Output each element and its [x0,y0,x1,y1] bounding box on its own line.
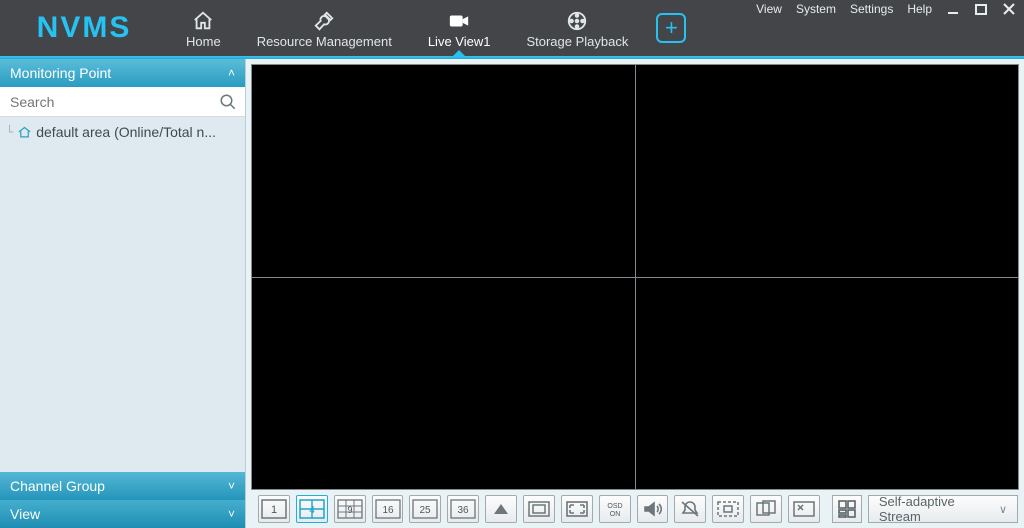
record-icon [753,499,779,519]
layout-36[interactable]: 36 [447,495,479,523]
original-size-icon [526,499,552,519]
video-cell-2[interactable] [636,65,1019,277]
osd-toggle[interactable]: OSDON [599,495,631,523]
layout-1[interactable]: 1 [258,495,290,523]
tools-icon [313,10,335,32]
triangle-up-icon [488,499,514,519]
system-menu: View System Settings Help [756,2,1016,16]
speaker-icon [640,499,666,519]
panel-monitoring-point[interactable]: Monitoring Point ˄ [0,59,245,87]
nav-home[interactable]: Home [168,0,239,56]
body: Monitoring Point ˄ └ default area (Onlin… [0,59,1024,528]
app-logo: NVMS [0,0,168,56]
camera-icon [448,10,470,32]
nav-home-label: Home [186,34,221,49]
svg-text:36: 36 [458,505,470,516]
video-cell-4[interactable] [636,278,1019,490]
sidebar: Monitoring Point ˄ └ default area (Onlin… [0,59,246,528]
device-tree: └ default area (Online/Total n... [0,117,245,472]
nav-resource-label: Resource Management [257,34,392,49]
svg-text:9: 9 [347,505,352,515]
home-small-icon [17,125,32,140]
nav-live-label: Live View1 [428,34,491,49]
svg-text:ON: ON [609,511,620,518]
fullscreen-icon [564,499,590,519]
chevron-down-icon: ˅ [228,507,235,521]
chevron-up-icon: ˄ [228,66,235,80]
menu-help[interactable]: Help [907,2,932,16]
panel-channel-group[interactable]: Channel Group ˅ [0,472,245,500]
main-area: 1 4 9 16 25 36 [246,59,1024,528]
svg-text:25: 25 [420,505,432,516]
nav-resource-management[interactable]: Resource Management [239,0,410,56]
osd-icon: OSDON [602,499,628,519]
window-close[interactable] [1002,2,1016,16]
video-cell-1[interactable] [252,65,635,277]
layout-16[interactable]: 16 [372,495,404,523]
film-reel-icon [566,10,588,32]
svg-text:OSD: OSD [607,503,622,510]
close-panels-icon [791,499,817,519]
search-input[interactable] [8,93,213,111]
tree-branch-icon: └ [6,125,13,139]
topbar: NVMS Home Resource Management Live View1… [0,0,1024,56]
tree-item-default-area[interactable]: └ default area (Online/Total n... [6,121,245,143]
fullscreen-button[interactable] [561,495,593,523]
layout-25[interactable]: 25 [409,495,441,523]
video-cell-3[interactable] [252,278,635,490]
window-minimize[interactable] [946,2,960,16]
panel-view[interactable]: View ˅ [0,500,245,528]
snapshot-button[interactable] [712,495,744,523]
menu-system[interactable]: System [796,2,836,16]
layout-custom-up[interactable] [485,495,517,523]
search-icon[interactable] [219,93,237,111]
stream-select[interactable]: Self-adaptive Stream ∨ [868,495,1018,523]
video-grid [251,64,1019,490]
nav-storage-label: Storage Playback [526,34,628,49]
panel-channel-label: Channel Group [10,478,105,494]
panel-view-label: View [10,506,40,522]
window-maximize[interactable] [974,2,988,16]
svg-text:16: 16 [382,505,394,516]
svg-text:1: 1 [271,504,277,516]
ptz-panel-button[interactable] [832,495,862,523]
nav-live-view[interactable]: Live View1 [410,0,509,56]
snapshot-icon [715,499,741,519]
tree-item-label: default area (Online/Total n... [36,124,216,140]
main-nav: Home Resource Management Live View1 Stor… [168,0,696,56]
layout-4[interactable]: 4 [296,495,328,523]
stream-select-label: Self-adaptive Stream [879,494,991,524]
panel-monitoring-label: Monitoring Point [10,65,111,81]
audio-toggle[interactable] [637,495,669,523]
nav-add-tab[interactable]: + [646,0,696,56]
layout-original-size[interactable] [523,495,555,523]
plus-icon: + [656,13,686,43]
menu-view[interactable]: View [756,2,782,16]
nav-storage-playback[interactable]: Storage Playback [508,0,646,56]
grid-panel-icon [838,500,856,518]
close-all-button[interactable] [788,495,820,523]
chevron-down-icon: ∨ [999,503,1007,516]
svg-text:4: 4 [309,505,315,516]
layout-9[interactable]: 9 [334,495,366,523]
menu-settings[interactable]: Settings [850,2,893,16]
alarm-toggle[interactable] [674,495,706,523]
bottom-toolbar: 1 4 9 16 25 36 [246,490,1024,528]
chevron-down-icon: ˅ [228,479,235,493]
record-button[interactable] [750,495,782,523]
home-icon [192,10,214,32]
search-bar [0,87,245,117]
bell-off-icon [677,499,703,519]
